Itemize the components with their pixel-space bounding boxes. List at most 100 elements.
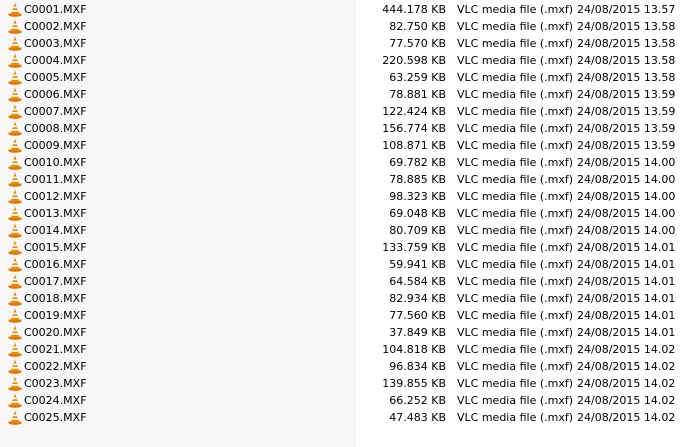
file-name[interactable]: C0024.MXF [24,392,87,409]
file-type: VLC media file (.mxf) [457,309,574,322]
file-type: VLC media file (.mxf) [457,224,574,237]
file-row[interactable]: C0011.MXF 78.885 KB VLC media file (.mxf) 2… [0,171,688,188]
file-row[interactable]: C0012.MXF 98.323 KB VLC media file (.mxf) 2… [0,188,688,205]
file-size: 104.818 KB [382,343,446,356]
file-date-modified: 24/08/2015 13.59 [577,105,676,118]
file-date-modified: 24/08/2015 13.58 [577,37,676,50]
file-date-modified: 24/08/2015 13.59 [577,88,676,101]
file-row[interactable]: C0015.MXF 133.759 KB VLC media file (.mxf)… [0,239,688,256]
file-row[interactable]: C0008.MXF 156.774 KB VLC media file (.mxf)… [0,120,688,137]
file-name[interactable]: C0017.MXF [24,273,87,290]
file-type: VLC media file (.mxf) [457,20,574,33]
file-type: VLC media file (.mxf) [457,105,574,118]
file-name[interactable]: C0020.MXF [24,324,87,341]
file-name[interactable]: C0001.MXF [24,1,87,18]
file-type: VLC media file (.mxf) [457,71,574,84]
vlc-cone-icon [8,138,22,153]
vlc-cone-icon [8,189,22,204]
file-name[interactable]: C0005.MXF [24,69,87,86]
file-size: 133.759 KB [382,241,446,254]
file-type: VLC media file (.mxf) [457,411,574,424]
file-name[interactable]: C0009.MXF [24,137,87,154]
file-date-modified: 24/08/2015 13.59 [577,139,676,152]
vlc-cone-icon [8,325,22,340]
file-row[interactable]: C0023.MXF 139.855 KB VLC media file (.mxf)… [0,375,688,392]
file-name[interactable]: C0008.MXF [24,120,87,137]
file-date-modified: 24/08/2015 13.58 [577,71,676,84]
file-size: 37.849 KB [389,326,446,339]
file-name[interactable]: C0007.MXF [24,103,87,120]
file-row[interactable]: C0021.MXF 104.818 KB VLC media file (.mxf)… [0,341,688,358]
file-row[interactable]: C0022.MXF 96.834 KB VLC media file (.mxf) 2… [0,358,688,375]
file-type: VLC media file (.mxf) [457,343,574,356]
file-name[interactable]: C0019.MXF [24,307,87,324]
file-type: VLC media file (.mxf) [457,394,574,407]
file-size: 156.774 KB [382,122,446,135]
file-row[interactable]: C0024.MXF 66.252 KB VLC media file (.mxf) 2… [0,392,688,409]
file-type: VLC media file (.mxf) [457,207,574,220]
file-row[interactable]: C0014.MXF 80.709 KB VLC media file (.mxf) 2… [0,222,688,239]
file-row[interactable]: C0003.MXF 77.570 KB VLC media file (.mxf) 2… [0,35,688,52]
file-type: VLC media file (.mxf) [457,54,574,67]
file-row[interactable]: C0002.MXF 82.750 KB VLC media file (.mxf) 2… [0,18,688,35]
file-date-modified: 24/08/2015 13.58 [577,54,676,67]
file-date-modified: 24/08/2015 14.01 [577,258,676,271]
file-row[interactable]: C0004.MXF 220.598 KB VLC media file (.mxf)… [0,52,688,69]
file-row[interactable]: C0020.MXF 37.849 KB VLC media file (.mxf) 2… [0,324,688,341]
vlc-cone-icon [8,70,22,85]
vlc-cone-icon [8,257,22,272]
file-name[interactable]: C0006.MXF [24,86,87,103]
file-name[interactable]: C0003.MXF [24,35,87,52]
file-row[interactable]: C0019.MXF 77.560 KB VLC media file (.mxf) 2… [0,307,688,324]
file-type: VLC media file (.mxf) [457,156,574,169]
file-type: VLC media file (.mxf) [457,122,574,135]
file-name[interactable]: C0002.MXF [24,18,87,35]
file-type: VLC media file (.mxf) [457,326,574,339]
vlc-cone-icon [8,376,22,391]
file-name[interactable]: C0018.MXF [24,290,87,307]
file-row[interactable]: C0016.MXF 59.941 KB VLC media file (.mxf) 2… [0,256,688,273]
file-date-modified: 24/08/2015 14.01 [577,275,676,288]
file-name[interactable]: C0015.MXF [24,239,87,256]
vlc-cone-icon [8,240,22,255]
file-row[interactable]: C0025.MXF 47.483 KB VLC media file (.mxf) 2… [0,409,688,426]
file-size: 96.834 KB [389,360,446,373]
file-date-modified: 24/08/2015 14.02 [577,377,676,390]
file-name[interactable]: C0004.MXF [24,52,87,69]
file-size: 78.881 KB [389,88,446,101]
vlc-cone-icon [8,223,22,238]
file-name[interactable]: C0011.MXF [24,171,87,188]
file-row[interactable]: C0006.MXF 78.881 KB VLC media file (.mxf) 2… [0,86,688,103]
file-size: 122.424 KB [382,105,446,118]
file-row[interactable]: C0017.MXF 64.584 KB VLC media file (.mxf) 2… [0,273,688,290]
file-name[interactable]: C0022.MXF [24,358,87,375]
file-type: VLC media file (.mxf) [457,190,574,203]
file-type: VLC media file (.mxf) [457,292,574,305]
file-name[interactable]: C0010.MXF [24,154,87,171]
file-name[interactable]: C0023.MXF [24,375,87,392]
vlc-cone-icon [8,87,22,102]
file-row[interactable]: C0007.MXF 122.424 KB VLC media file (.mxf)… [0,103,688,120]
file-row[interactable]: C0018.MXF 82.934 KB VLC media file (.mxf) 2… [0,290,688,307]
file-size: 78.885 KB [389,173,446,186]
file-row[interactable]: C0013.MXF 69.048 KB VLC media file (.mxf) 2… [0,205,688,222]
file-row[interactable]: C0001.MXF 444.178 KB VLC media file (.mxf)… [0,1,688,18]
file-date-modified: 24/08/2015 14.00 [577,156,676,169]
file-date-modified: 24/08/2015 14.01 [577,326,676,339]
file-name[interactable]: C0012.MXF [24,188,87,205]
vlc-cone-icon [8,121,22,136]
file-date-modified: 24/08/2015 13.57 [577,3,676,16]
file-type: VLC media file (.mxf) [457,88,574,101]
file-size: 63.259 KB [389,71,446,84]
file-name[interactable]: C0025.MXF [24,409,87,426]
file-name[interactable]: C0016.MXF [24,256,87,273]
file-name[interactable]: C0014.MXF [24,222,87,239]
file-size: 98.323 KB [389,190,446,203]
file-name[interactable]: C0021.MXF [24,341,87,358]
file-row[interactable]: C0005.MXF 63.259 KB VLC media file (.mxf) 2… [0,69,688,86]
file-row[interactable]: C0010.MXF 69.782 KB VLC media file (.mxf) 2… [0,154,688,171]
file-type: VLC media file (.mxf) [457,139,574,152]
file-row[interactable]: C0009.MXF 108.871 KB VLC media file (.mxf)… [0,137,688,154]
file-name[interactable]: C0013.MXF [24,205,87,222]
file-size: 80.709 KB [389,224,446,237]
